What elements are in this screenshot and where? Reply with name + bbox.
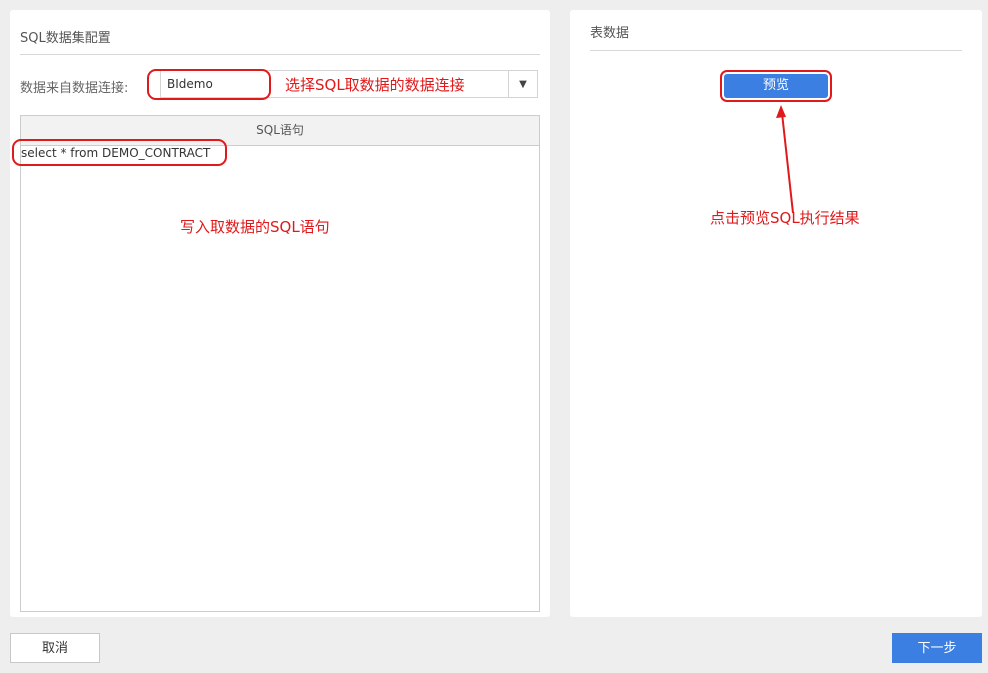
caret-down-icon[interactable]: ▼ — [508, 71, 537, 97]
sql-text: select * from DEMO_CONTRACT — [21, 146, 211, 160]
panel-title: 表数据 — [590, 26, 630, 41]
annotation-write-sql: 写入取数据的SQL语句 — [180, 218, 330, 236]
connection-label: 数据来自数据连接: — [20, 81, 129, 96]
table-data-panel: 表数据 预览 点击预览SQL执行结果 — [570, 10, 982, 617]
sql-statement-box: SQL语句 select * from DEMO_CONTRACT — [20, 115, 540, 612]
preview-button-label: 预览 — [724, 74, 828, 98]
panel-title: SQL数据集配置 — [20, 31, 111, 46]
preview-button[interactable]: 预览 — [720, 70, 832, 102]
arrow-up-annotation-icon — [776, 105, 794, 214]
sql-header: SQL语句 — [21, 116, 539, 146]
title-divider — [20, 54, 540, 55]
annotation-click-preview: 点击预览SQL执行结果 — [710, 209, 860, 227]
cancel-button[interactable]: 取消 — [10, 633, 100, 663]
sql-dataset-config-panel: SQL数据集配置 数据来自数据连接: BIdemo ▼ 选择SQL取数据的数据连… — [10, 10, 550, 617]
annotation-select-connection: 选择SQL取数据的数据连接 — [285, 76, 465, 94]
title-divider — [590, 50, 962, 51]
connection-select-value: BIdemo — [167, 77, 213, 91]
next-step-button[interactable]: 下一步 — [892, 633, 982, 663]
